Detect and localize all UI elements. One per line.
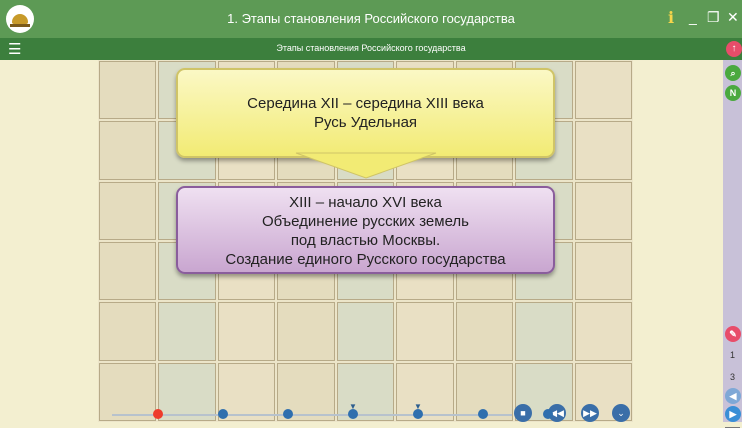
callout-line: Создание единого Русского государства — [225, 251, 506, 268]
forward-button[interactable]: ▶▶ — [581, 404, 599, 422]
bookmark-icon[interactable]: ✎ — [725, 326, 741, 342]
stop-button[interactable]: ■ — [514, 404, 532, 422]
total-pages: 3 — [729, 372, 735, 382]
callout-unification: XIII – начало XVI века Объединение русск… — [176, 186, 555, 274]
search-icon[interactable]: ⌕ — [725, 65, 741, 81]
prev-page-icon[interactable]: ◀ — [725, 388, 741, 404]
timeline-marker-icon: ▼ — [349, 402, 357, 411]
timeline-dot[interactable] — [153, 409, 163, 419]
callout-line: Объединение русских земель — [262, 213, 469, 230]
callout-period: XIII – начало XVI века — [289, 194, 442, 211]
notes-icon[interactable]: N — [725, 85, 741, 101]
callout-line: под властью Москвы. — [290, 232, 441, 249]
timeline-marker-icon: ▼ — [414, 402, 422, 411]
current-page: 1 — [729, 350, 735, 360]
collapse-button[interactable]: ⌄ — [612, 404, 630, 422]
timeline-dot[interactable] — [218, 409, 228, 419]
timeline-dot[interactable] — [478, 409, 488, 419]
timeline-dot[interactable] — [283, 409, 293, 419]
timeline-track — [112, 414, 512, 416]
right-sidebar: ⌕ N ✎ 1 3 ◀ ▶ — [723, 60, 742, 428]
timeline: ■ ◀◀ ▶▶ ⌄ ▼ ▼ — [98, 400, 633, 422]
timeline-dot[interactable] — [543, 409, 553, 419]
next-page-icon[interactable]: ▶ — [725, 406, 741, 422]
